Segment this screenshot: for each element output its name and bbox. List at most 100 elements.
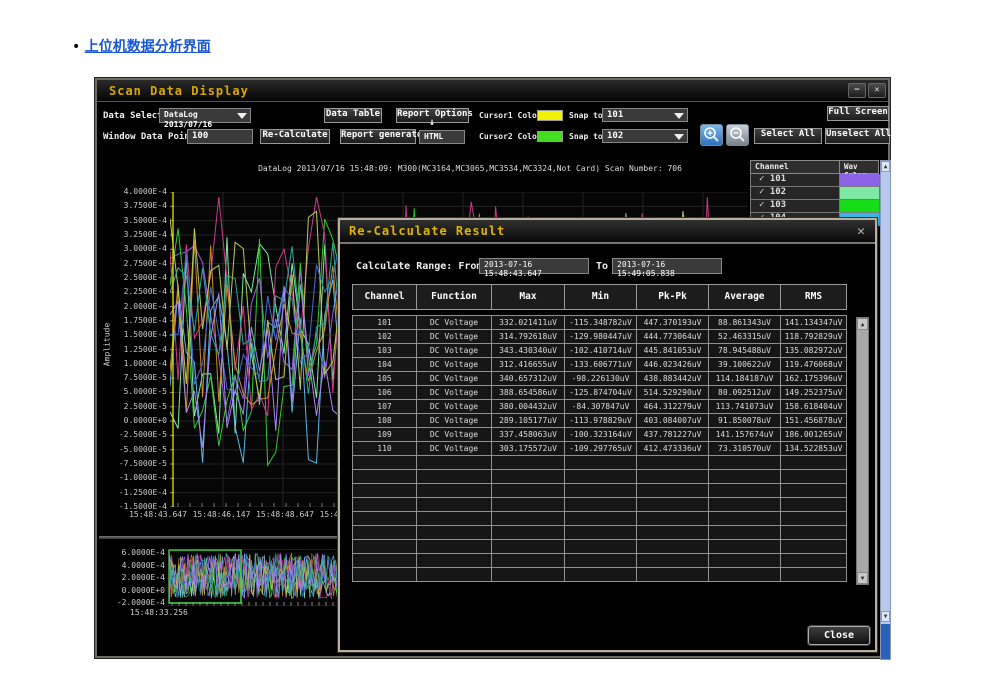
result-table-row[interactable]: 102DC Voltage314.792618uV-129.980447uV44…	[353, 330, 869, 344]
snap1-dropdown[interactable]: 101	[602, 108, 688, 122]
cursor2-color-swatch[interactable]	[537, 131, 563, 142]
result-cell: 101	[352, 315, 417, 330]
y-tick-label: 7.5000E-5	[107, 373, 167, 382]
y-tick-label: 5.0000E-5	[107, 387, 167, 396]
range-from-input[interactable]: 2013-07-16 15:48:43.647	[479, 258, 589, 274]
result-cell: 104	[352, 357, 417, 372]
channel-row[interactable]: ✓ 101	[750, 174, 880, 187]
result-table-row[interactable]: 103DC Voltage343.430340uV-102.410714uV44…	[353, 344, 869, 358]
scrollbar-thumb[interactable]	[881, 624, 890, 659]
channel-row[interactable]: ✓ 102	[750, 187, 880, 200]
channel-color-swatch	[840, 187, 880, 200]
window-data-points-input[interactable]: 100	[187, 129, 253, 144]
channel-row[interactable]: ✓ 103	[750, 200, 880, 213]
zoom-out-button[interactable]	[726, 124, 749, 146]
zoom-in-button[interactable]	[700, 124, 723, 146]
result-table-row[interactable]	[353, 456, 869, 470]
report-generator-button[interactable]: Report generator	[340, 129, 416, 144]
result-table-row[interactable]: 106DC Voltage388.654586uV-125.874704uV51…	[353, 386, 869, 400]
zoom-out-icon	[727, 125, 748, 145]
result-cell	[564, 511, 637, 526]
data-select-label: Data Select	[103, 111, 163, 121]
result-cell: 118.792829uV	[780, 329, 847, 344]
result-table-row[interactable]	[353, 526, 869, 540]
y-tick-label: 1.2500E-4	[107, 345, 167, 354]
snap1-label: Snap to	[569, 111, 603, 120]
dialog-close-icon[interactable]: ✕	[857, 224, 865, 239]
result-table-row[interactable]: 104DC Voltage312.416655uV-133.606771uV44…	[353, 358, 869, 372]
range-to-input[interactable]: 2013-07-16 15:49:05.838	[612, 258, 722, 274]
result-table-row[interactable]: 101DC Voltage332.021411uV-115.348782uV44…	[353, 316, 869, 330]
full-screen-button[interactable]: Full Screen	[827, 106, 889, 121]
result-cell: 102	[352, 329, 417, 344]
result-column-header: Max	[491, 284, 565, 310]
scroll-down-icon[interactable]: ▼	[857, 572, 868, 584]
result-table-row[interactable]	[353, 568, 869, 582]
dialog-close-button[interactable]: Close	[808, 626, 870, 645]
data-select-value: DataLog 2013/07/16	[164, 110, 212, 129]
result-table-row[interactable]: 109DC Voltage337.458063uV-100.323164uV43…	[353, 428, 869, 442]
result-cell: -133.606771uV	[564, 357, 637, 372]
result-table-row[interactable]: 108DC Voltage289.105177uV-113.978829uV40…	[353, 414, 869, 428]
scroll-down-icon[interactable]: ▼	[881, 611, 890, 622]
overview-y-tick-label: 6.0000E-4	[105, 548, 165, 557]
result-cell	[416, 539, 492, 554]
channel-color-swatch	[840, 174, 880, 187]
result-table-row[interactable]	[353, 540, 869, 554]
snap2-dropdown[interactable]: 102	[602, 129, 688, 143]
window-titlebar[interactable]: Scan Data Display − ✕	[97, 80, 888, 102]
table-vertical-scrollbar[interactable]: ▲ ▼	[856, 317, 869, 585]
select-all-button[interactable]: Select All	[754, 128, 822, 144]
overview-y-tick-label: 2.0000E-4	[105, 573, 165, 582]
y-tick-label: 3.0000E-4	[107, 244, 167, 253]
result-cell: 109	[352, 427, 417, 442]
result-cell: -125.874704uV	[564, 385, 637, 400]
result-column-header: Pk-Pk	[636, 284, 709, 310]
result-table-row[interactable]: 107DC Voltage380.004432uV-84.307847uV464…	[353, 400, 869, 414]
result-cell	[564, 553, 637, 568]
result-column-header: RMS	[780, 284, 847, 310]
scroll-up-icon[interactable]: ▲	[881, 161, 890, 172]
data-select-dropdown[interactable]: DataLog 2013/07/16	[159, 108, 251, 123]
dialog-titlebar[interactable]: Re-Calculate Result ✕	[340, 220, 875, 244]
overview-y-tick-label: 4.0000E-4	[105, 561, 165, 570]
result-table-row[interactable]	[353, 512, 869, 526]
close-icon[interactable]: ✕	[868, 83, 886, 98]
unselect-all-button[interactable]: Unselect All	[825, 128, 890, 144]
result-cell	[636, 567, 709, 582]
result-cell	[491, 525, 565, 540]
result-cell: -129.980447uV	[564, 329, 637, 344]
result-column-header: Function	[416, 284, 492, 310]
result-table-row[interactable]	[353, 554, 869, 568]
result-table-row[interactable]: 110DC Voltage303.175572uV-109.297765uV41…	[353, 442, 869, 456]
page-link[interactable]: 上位机数据分析界面	[85, 39, 211, 55]
scroll-up-icon[interactable]: ▲	[857, 318, 868, 330]
recalculate-button[interactable]: Re-Calculate	[260, 129, 330, 144]
result-cell: 141.134347uV	[780, 315, 847, 330]
result-cell	[352, 469, 417, 484]
result-cell	[636, 525, 709, 540]
calculate-range-label: Calculate Range: From	[356, 261, 482, 272]
result-cell	[708, 539, 781, 554]
result-cell	[636, 497, 709, 512]
result-cell: DC Voltage	[416, 413, 492, 428]
result-table-row[interactable]	[353, 470, 869, 484]
data-table-button[interactable]: Data Table	[324, 108, 382, 123]
report-format-dropdown[interactable]: HTML	[419, 130, 465, 144]
result-table-row[interactable]	[353, 498, 869, 512]
recalculate-result-dialog: Re-Calculate Result ✕ Calculate Range: F…	[338, 218, 877, 652]
overview-y-tick-label: 0.0000E+0	[105, 586, 165, 595]
result-cell	[780, 567, 847, 582]
result-column-header: Channel	[352, 284, 417, 310]
result-cell: 289.105177uV	[491, 413, 565, 428]
result-cell: 135.082972uV	[780, 343, 847, 358]
result-cell: 438.883442uV	[636, 371, 709, 386]
result-table-row[interactable]: 105DC Voltage340.657312uV-98.226130uV438…	[353, 372, 869, 386]
overview-y-tick-label: -2.0000E-4	[105, 598, 165, 607]
result-cell	[708, 511, 781, 526]
result-table-row[interactable]	[353, 484, 869, 498]
minimize-icon[interactable]: −	[848, 83, 866, 98]
window-vertical-scrollbar[interactable]: ▲ ▼	[880, 160, 891, 660]
cursor1-color-swatch[interactable]	[537, 110, 563, 121]
result-cell: 437.781227uV	[636, 427, 709, 442]
